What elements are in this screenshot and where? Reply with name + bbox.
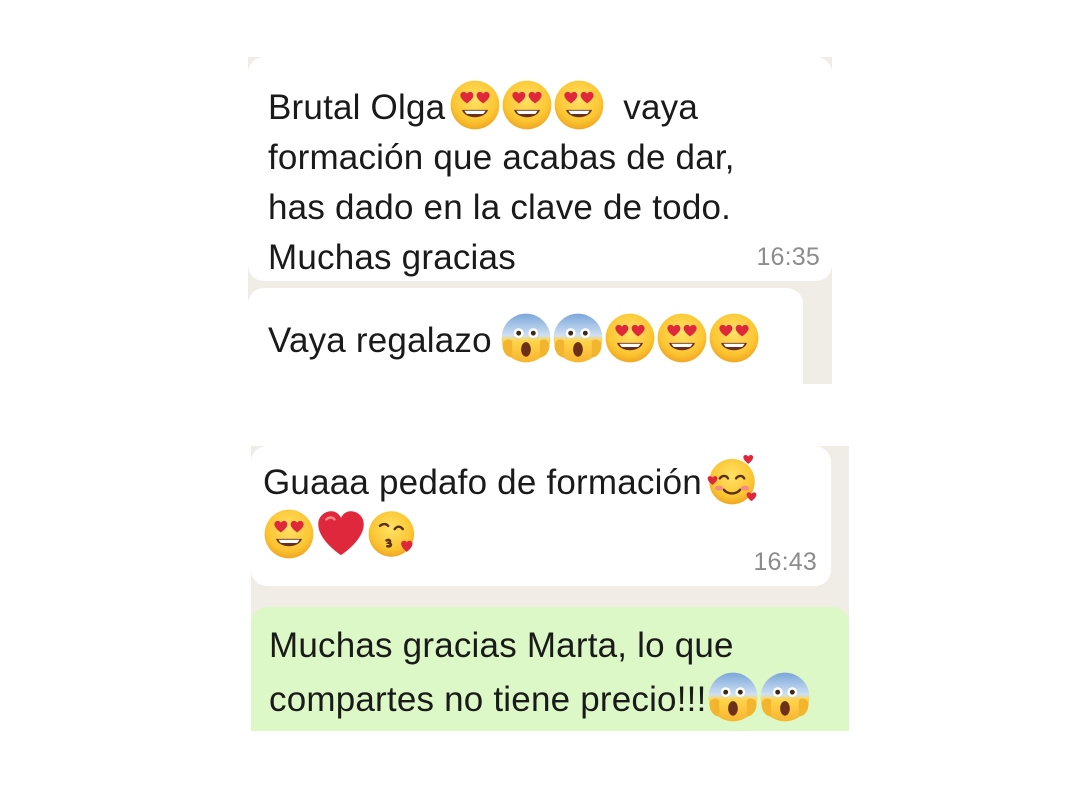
screaming-face-emoji-icon — [500, 312, 552, 364]
message-line: Muchas gracias Marta, lo que — [269, 626, 734, 665]
message-timestamp: 16:43 — [753, 548, 817, 576]
message-bubble-outgoing[interactable]: Muchas gracias Marta, lo que compartes n… — [251, 607, 849, 731]
message-text: Vaya regalazo — [268, 312, 783, 366]
heart-eyes-emoji-icon — [604, 312, 656, 364]
message-line: Vaya regalazo — [268, 321, 492, 360]
message-bubble-incoming[interactable]: Brutal Olga vaya formación que acabas de … — [248, 57, 832, 281]
heart-eyes-emoji-icon — [708, 312, 760, 364]
red-heart-emoji-icon — [315, 508, 367, 560]
message-text: Muchas gracias Marta, lo que compartes n… — [269, 621, 831, 725]
message-timestamp: 16:35 — [756, 243, 820, 271]
screaming-face-emoji-icon — [552, 312, 604, 364]
message-bubble-incoming[interactable]: Guaaa pedafo de formación 16:43 — [251, 446, 831, 586]
message-line: has dado en la clave de todo. — [268, 188, 732, 227]
heart-eyes-emoji-icon — [656, 312, 708, 364]
message-line: compartes no tiene precio!!! — [269, 680, 707, 719]
face-blowing-kiss-emoji-icon — [367, 508, 419, 560]
screaming-face-emoji-icon — [759, 671, 811, 723]
message-text: Guaaa pedafo de formación — [263, 454, 819, 562]
message-line: Guaaa pedafo de formación — [263, 463, 702, 502]
chat-screenshot-top: Brutal Olga vaya formación que acabas de … — [248, 57, 832, 384]
message-line: Brutal Olga — [268, 88, 446, 127]
message-bubble-incoming[interactable]: Vaya regalazo — [248, 288, 803, 384]
smiling-face-with-hearts-emoji-icon — [706, 454, 758, 506]
heart-eyes-emoji-icon — [501, 79, 553, 131]
screaming-face-emoji-icon — [707, 671, 759, 723]
heart-eyes-emoji-icon — [553, 79, 605, 131]
message-line: vaya — [623, 88, 699, 127]
chat-screenshot-bottom: Guaaa pedafo de formación 16:43 Muchas g… — [251, 446, 849, 731]
message-line: formación que acabas de dar, — [268, 138, 735, 177]
heart-eyes-emoji-icon — [263, 508, 315, 560]
message-line: Muchas gracias — [268, 238, 516, 277]
heart-eyes-emoji-icon — [449, 79, 501, 131]
message-text: Brutal Olga vaya formación que acabas de … — [268, 79, 812, 283]
